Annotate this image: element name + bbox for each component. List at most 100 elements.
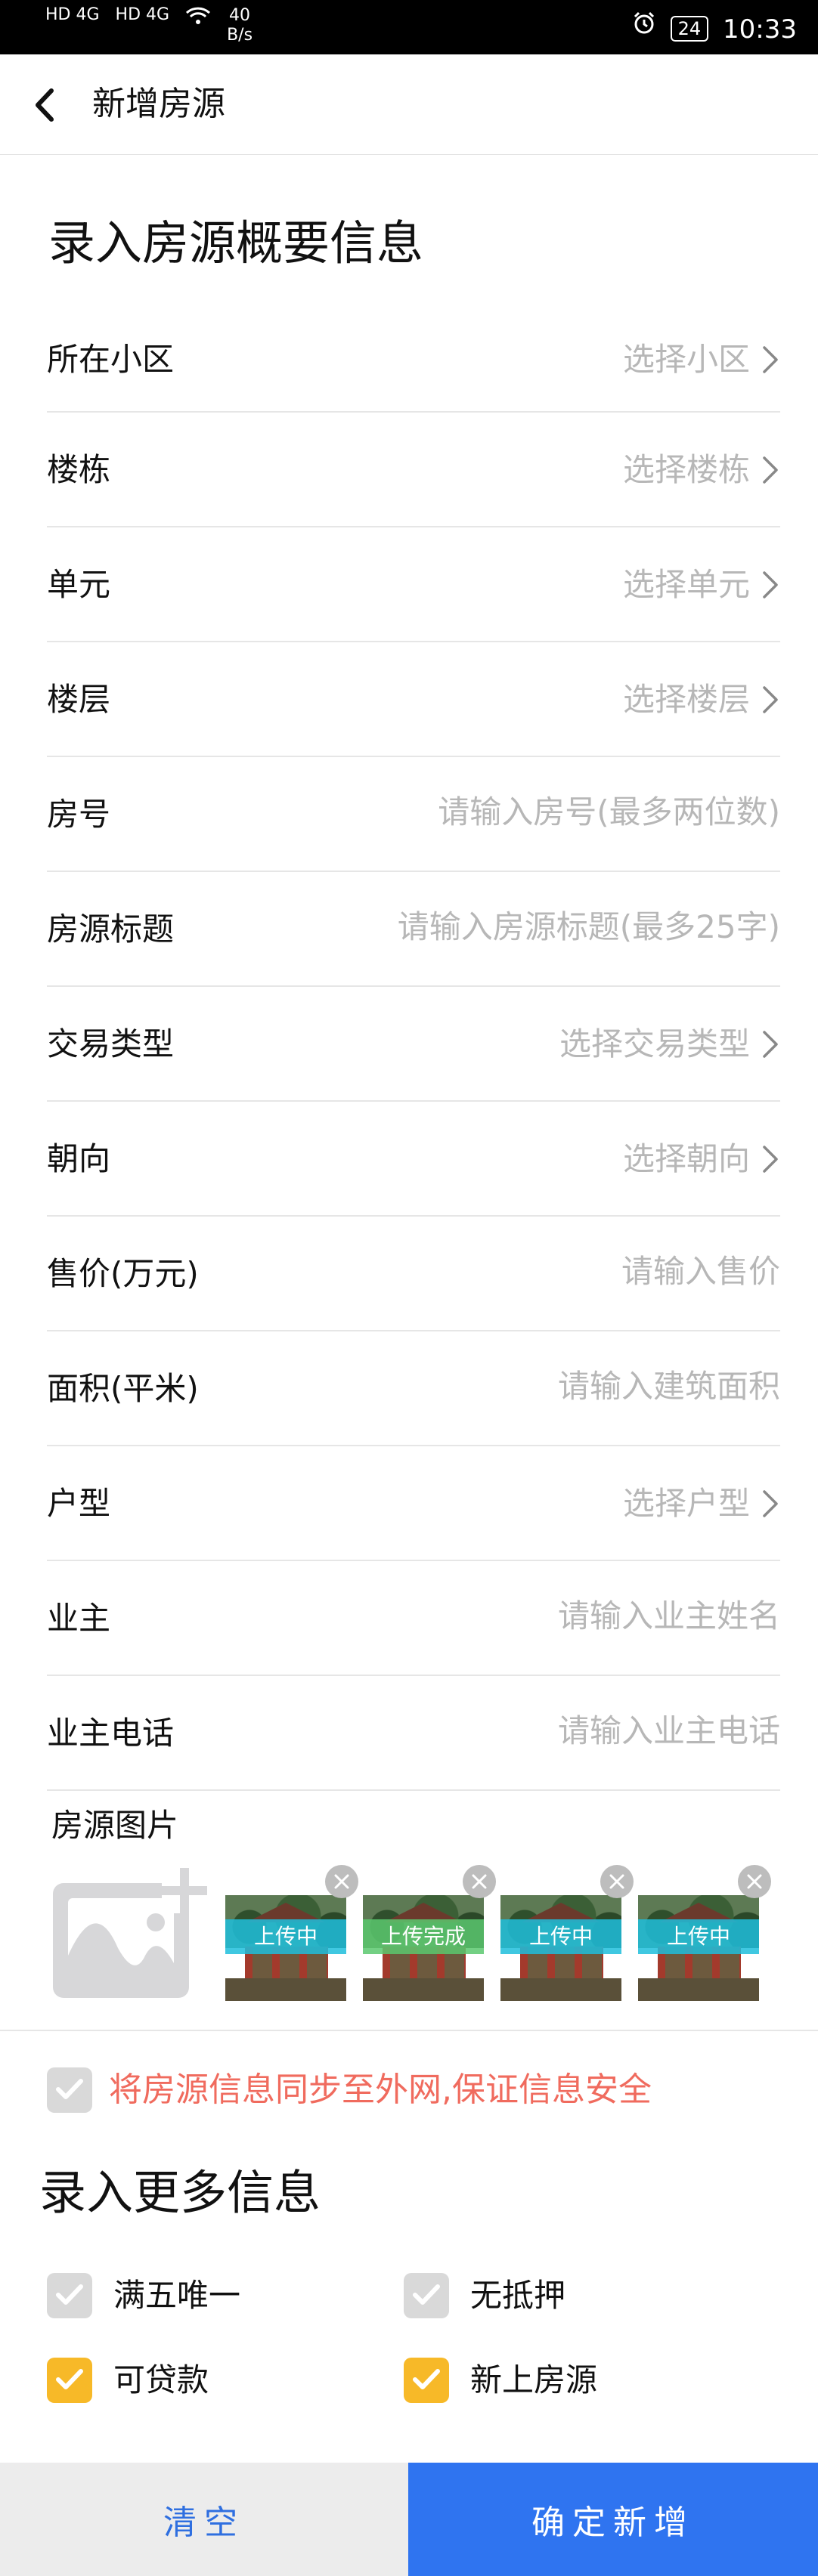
net-speed-unit: B/s [227, 26, 253, 45]
form-row-label: 业主 [47, 1600, 111, 1637]
page-title: 新增房源 [92, 85, 225, 123]
chevron-right-icon [763, 686, 778, 713]
photo-upload-status: 上传完成 [363, 1919, 484, 1954]
form-select: 选择小区 [623, 339, 780, 381]
option-checkbox[interactable] [404, 2358, 449, 2403]
form-select: 选择楼层 [623, 679, 780, 721]
confirm-add-button[interactable]: 确定新增 [408, 2463, 818, 2576]
option-checkbox[interactable] [47, 2358, 92, 2403]
form-input[interactable] [327, 1712, 780, 1749]
sync-checkbox[interactable] [47, 2067, 92, 2113]
form-select: 选择交易类型 [559, 1023, 780, 1065]
form-row-label: 户型 [47, 1485, 111, 1522]
form-input-wrap [327, 1253, 780, 1290]
form-select-placeholder: 选择小区 [622, 341, 750, 378]
form-row[interactable]: 楼层 选择楼层 [47, 642, 780, 757]
form-row[interactable]: 交易类型 选择交易类型 [47, 987, 780, 1102]
form-row[interactable]: 朝向 选择朝向 [47, 1102, 780, 1217]
clear-button[interactable]: 清空 [0, 2463, 408, 2576]
add-image-icon [53, 1868, 207, 1998]
form-row-label: 交易类型 [47, 1025, 175, 1062]
photo-upload-status: 上传中 [638, 1919, 759, 1954]
chevron-right-icon [763, 456, 778, 484]
clock: 10:33 [723, 14, 797, 45]
section-title-more: 录入更多信息 [39, 2165, 321, 2220]
chevron-right-icon [763, 1031, 778, 1058]
alarm-icon [632, 11, 656, 42]
section-title-basic: 录入房源概要信息 [48, 215, 424, 271]
option-label: 可贷款 [113, 2361, 209, 2398]
form-row-label: 所在小区 [47, 341, 175, 378]
section-divider [0, 2030, 818, 2031]
photo-upload-status: 上传中 [500, 1919, 621, 1954]
status-left: HD 4G HD 4G 40 B/s [45, 6, 253, 45]
chevron-right-icon [763, 571, 778, 598]
photos-label: 房源图片 [51, 1807, 179, 1844]
form-row-label: 楼层 [47, 681, 111, 718]
form-input-wrap [327, 1368, 780, 1405]
form-row: 售价(万元) [47, 1217, 780, 1331]
remove-photo-icon[interactable] [325, 1865, 358, 1898]
form-input-wrap [327, 1712, 780, 1749]
form-row: 房源标题 [47, 872, 780, 987]
back-arrow-icon[interactable] [30, 86, 60, 124]
form-select: 选择单元 [623, 564, 780, 606]
form-input[interactable] [327, 1368, 780, 1405]
form-select-placeholder: 选择楼层 [622, 681, 750, 718]
form-select: 选择朝向 [623, 1138, 780, 1180]
form-select-placeholder: 选择楼栋 [622, 451, 750, 488]
basic-info-form: 所在小区 选择小区楼栋 选择楼栋单元 选择单元楼层 选择楼层房号房源标题交易类型 选择交易… [47, 302, 780, 1791]
remove-photo-icon[interactable] [463, 1865, 496, 1898]
photo-thumbnail[interactable]: 上传中 [500, 1880, 621, 2001]
form-input-wrap [327, 1597, 780, 1634]
chevron-right-icon [763, 346, 778, 373]
form-row[interactable]: 户型 选择户型 [47, 1446, 780, 1561]
remove-photo-icon[interactable] [738, 1865, 771, 1898]
photo-upload-status: 上传中 [225, 1919, 346, 1954]
option-label: 无抵押 [470, 2277, 566, 2314]
form-row-label: 楼栋 [47, 451, 111, 488]
photo-thumbnail[interactable]: 上传中 [225, 1880, 346, 2001]
option-label: 满五唯一 [113, 2277, 241, 2314]
option-checkbox[interactable] [47, 2273, 92, 2318]
form-row[interactable]: 楼栋 选择楼栋 [47, 413, 780, 527]
photo-thumbnail[interactable]: 上传中 [638, 1880, 759, 2001]
form-row: 业主电话 [47, 1676, 780, 1791]
form-row-label: 房源标题 [47, 911, 175, 948]
form-select-placeholder: 选择朝向 [622, 1140, 750, 1177]
photo-thumbnail[interactable]: 上传完成 [363, 1880, 484, 2001]
form-select-placeholder: 选择交易类型 [559, 1025, 750, 1062]
battery-level: 24 [670, 16, 709, 42]
form-input-wrap [327, 793, 780, 830]
form-select-placeholder: 选择单元 [622, 566, 750, 603]
network-indicator-1: HD 4G [45, 5, 100, 24]
option-checkbox[interactable] [404, 2273, 449, 2318]
form-row[interactable]: 所在小区 选择小区 [47, 302, 780, 413]
chevron-right-icon [763, 1490, 778, 1517]
form-select: 选择楼栋 [623, 449, 780, 491]
form-row: 房号 [47, 757, 780, 872]
wifi-icon [185, 6, 211, 30]
form-row-label: 售价(万元) [47, 1255, 199, 1292]
form-row-label: 面积(平米) [47, 1370, 199, 1407]
form-input[interactable] [327, 1597, 780, 1634]
form-input[interactable] [327, 908, 780, 945]
form-row-label: 房号 [47, 796, 111, 833]
sync-text: 将房源信息同步至外网,保证信息安全 [109, 2070, 652, 2109]
status-right: 24 10:33 [632, 11, 797, 45]
add-photo-button[interactable] [50, 1865, 215, 2001]
remove-photo-icon[interactable] [600, 1865, 634, 1898]
form-row: 业主 [47, 1561, 780, 1676]
form-row-label: 单元 [47, 566, 111, 603]
option-label: 新上房源 [470, 2361, 598, 2398]
network-indicator-2: HD 4G [115, 5, 170, 24]
form-input[interactable] [327, 1253, 780, 1290]
net-speed-value: 40 [229, 6, 251, 25]
chevron-right-icon [763, 1146, 778, 1173]
form-select: 选择户型 [623, 1483, 780, 1525]
form-row[interactable]: 单元 选择单元 [47, 527, 780, 642]
form-input[interactable] [327, 793, 780, 830]
form-select-placeholder: 选择户型 [622, 1485, 750, 1522]
status-bar: HD 4G HD 4G 40 B/s 24 10:33 [0, 0, 818, 54]
nav-header: 新增房源 [0, 54, 818, 155]
